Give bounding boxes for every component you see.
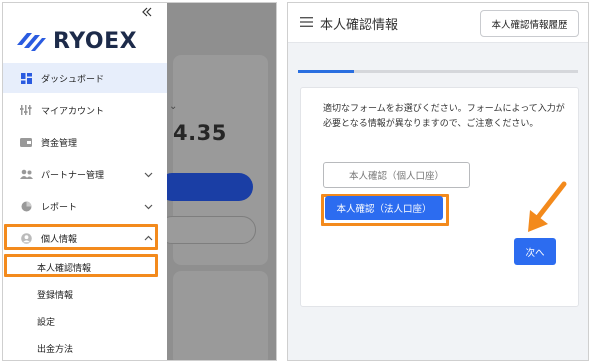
sidebar-item-label: レポート: [41, 202, 78, 213]
menu-icon[interactable]: [300, 17, 313, 27]
background-card-lower: [173, 271, 268, 360]
sidebar-item-label: 資金管理: [41, 138, 78, 149]
progress-track: [298, 70, 578, 73]
partners-icon: [19, 167, 33, 181]
highlight-identity-verification: [4, 254, 158, 277]
subitem-registration-info[interactable]: 登録情報: [37, 288, 73, 301]
verification-history-button[interactable]: 本人確認情報履歴: [480, 10, 579, 37]
sidebar: RYOEX ダッシュボード マイアカウント 資金管理 パートナー管理 レポート …: [3, 3, 167, 360]
chevron-down-icon: [144, 172, 153, 178]
sidebar-item-dashboard[interactable]: ダッシュボード: [3, 63, 167, 93]
background-primary-button: [158, 173, 253, 201]
personal-account-verification-button[interactable]: 本人確認（個人口座）: [323, 162, 470, 188]
sidebar-item-my-account[interactable]: マイアカウント: [3, 95, 167, 125]
sidebar-item-partners[interactable]: パートナー管理: [3, 159, 167, 189]
subitem-withdrawal-method[interactable]: 出金方法: [37, 342, 73, 355]
sidebar-item-funds[interactable]: 資金管理: [3, 127, 167, 157]
brand-name: RYOEX: [53, 29, 138, 54]
progress-fill: [298, 70, 354, 73]
subitem-settings[interactable]: 設定: [37, 315, 55, 328]
top-bar: 本人確認情報 本人確認情報履歴: [288, 3, 588, 43]
next-button[interactable]: 次へ: [514, 238, 556, 265]
chevron-down-icon: [144, 204, 153, 210]
highlight-personal-info: [4, 224, 158, 250]
page-title: 本人確認情報: [320, 18, 399, 33]
screenshot-frame: ⌄ 4.35 RYOEX ダッシュボード マイアカウント 資金管理 パートナー管…: [0, 0, 591, 363]
background-chevron-icon: ⌄: [169, 101, 178, 112]
wallet-icon: [19, 135, 33, 149]
sidebar-item-report[interactable]: レポート: [3, 191, 167, 221]
brand-logo[interactable]: RYOEX: [15, 29, 137, 54]
logo-mark-icon: [17, 32, 46, 51]
report-icon: [19, 199, 33, 213]
left-panel: ⌄ 4.35 RYOEX ダッシュボード マイアカウント 資金管理 パートナー管…: [2, 2, 277, 361]
sidebar-item-label: ダッシュボード: [41, 74, 105, 85]
sidebar-item-label: パートナー管理: [41, 170, 105, 181]
corporate-account-verification-button[interactable]: 本人確認（法人口座）: [325, 196, 443, 220]
background-secondary-button: [158, 216, 256, 244]
sidebar-item-label: マイアカウント: [41, 106, 105, 117]
collapse-sidebar-icon[interactable]: [141, 6, 153, 18]
account-icon: [19, 103, 33, 117]
dashboard-icon: [19, 71, 33, 85]
background-balance-value: 4.35: [173, 121, 227, 145]
form-selection-description: 適切なフォームをお選びください。フォームによって入力が必要となる情報が異なります…: [323, 104, 565, 129]
annotation-arrow-icon: [528, 181, 567, 232]
